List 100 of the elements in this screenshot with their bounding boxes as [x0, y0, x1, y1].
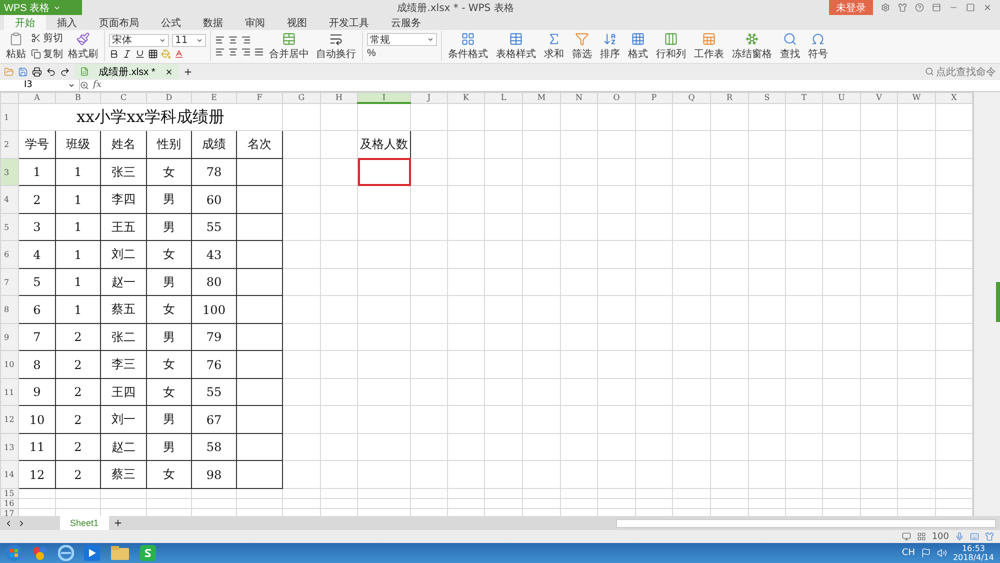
column-header[interactable]: E [192, 92, 236, 104]
search-icon[interactable] [783, 32, 797, 46]
font-select[interactable]: 宋体 [109, 34, 169, 47]
ribbon-command-button[interactable]: 格式 [626, 32, 650, 61]
column-header[interactable]: N [560, 92, 598, 104]
ribbon-command-button[interactable]: 行和列 [654, 32, 688, 61]
row-header[interactable]: 5 [0, 213, 18, 241]
ribbon-command-button[interactable]: 工作表 [692, 32, 726, 61]
zoom-icon[interactable] [80, 80, 89, 90]
column-header[interactable]: G [282, 92, 320, 104]
close-icon[interactable] [164, 68, 173, 76]
row-header[interactable]: 12 [0, 406, 18, 434]
column-header[interactable]: S [748, 92, 786, 104]
omega-icon[interactable] [811, 32, 825, 46]
sheet-icon[interactable] [702, 32, 716, 46]
keyboard-icon[interactable] [970, 532, 979, 542]
printer-icon[interactable] [32, 66, 42, 77]
align-middle-icon[interactable] [228, 35, 238, 46]
normal-view-icon[interactable] [902, 532, 911, 542]
align-center-icon[interactable] [228, 47, 238, 58]
column-header[interactable]: U [822, 92, 860, 104]
ribbon-tab[interactable]: 公式 [150, 15, 192, 30]
cut-button[interactable]: 剪切 [31, 31, 63, 46]
row-header[interactable]: 6 [0, 240, 18, 268]
row-header[interactable]: 8 [0, 296, 18, 324]
zoom-level[interactable]: 100 [932, 532, 949, 542]
column-header[interactable]: L [484, 92, 522, 104]
column-header[interactable]: K [448, 92, 484, 104]
horizontal-scrollbar[interactable] [616, 518, 996, 528]
ribbon-tab[interactable]: 开发工具 [318, 15, 380, 30]
start-button[interactable] [6, 545, 22, 562]
ribbon-command-button[interactable]: 表格样式 [494, 32, 538, 61]
row-header[interactable]: 4 [0, 186, 18, 214]
justify-icon[interactable] [254, 47, 264, 58]
spreadsheet-app-icon[interactable] [140, 545, 156, 562]
column-header[interactable]: J [410, 92, 448, 104]
ribbon-tab[interactable]: 插入 [46, 15, 88, 30]
maximize-icon[interactable] [966, 3, 975, 12]
paste-button[interactable]: 粘贴 [4, 32, 28, 61]
sheet-tab[interactable]: Sheet1 [60, 516, 109, 530]
copy-button[interactable]: 复制 [31, 47, 63, 62]
wrap-text-button[interactable]: 自动换行 [314, 32, 358, 61]
percent-button[interactable]: % [367, 48, 376, 60]
row-header[interactable]: 10 [0, 350, 18, 378]
column-header[interactable]: M [522, 92, 560, 104]
ribbon-tab[interactable]: 视图 [276, 15, 318, 30]
folder-icon[interactable] [110, 545, 130, 562]
shirt-icon[interactable] [985, 532, 994, 542]
row-header[interactable]: 14 [0, 460, 18, 488]
ribbon-tab[interactable]: 云服务 [380, 15, 432, 30]
ribbon-tab[interactable]: 数据 [192, 15, 234, 30]
ribbon-tab[interactable]: 页面布局 [88, 15, 150, 30]
grid-icon[interactable] [631, 32, 645, 46]
column-header[interactable]: R [710, 92, 748, 104]
underline-icon[interactable] [135, 48, 145, 59]
bold-icon[interactable] [109, 48, 119, 59]
redo-icon[interactable] [60, 66, 70, 77]
clipboard-icon[interactable] [9, 32, 23, 46]
add-sheet-icon[interactable] [112, 518, 123, 528]
column-header[interactable]: X [936, 92, 972, 104]
scissors-icon[interactable] [31, 33, 41, 44]
app-launcher-icon[interactable] [32, 545, 48, 562]
sort-icon[interactable] [603, 32, 617, 46]
ribbon-command-button[interactable]: 查找 [778, 32, 802, 61]
columns-icon[interactable] [664, 32, 678, 46]
selected-cell[interactable] [358, 158, 410, 186]
table-icon[interactable] [509, 32, 523, 46]
next-sheet-icon[interactable] [17, 518, 26, 528]
column-header[interactable]: O [598, 92, 636, 104]
column-header[interactable]: C [100, 92, 146, 104]
align-left-icon[interactable] [215, 47, 225, 58]
microphone-icon[interactable] [955, 532, 964, 542]
clock[interactable]: 16:53 2018/4/14 [952, 544, 994, 562]
ribbon-tab[interactable]: 开始 [4, 15, 46, 30]
command-search-field[interactable]: 点此查找命令 [925, 64, 996, 79]
vertical-scrollbar[interactable] [973, 92, 1000, 516]
help-icon[interactable] [915, 3, 924, 12]
name-box[interactable]: I3 [0, 79, 80, 92]
close-icon[interactable] [983, 3, 992, 12]
row-header[interactable]: 2 [0, 130, 18, 158]
column-header[interactable]: H [320, 92, 358, 104]
align-right-icon[interactable] [241, 47, 251, 58]
column-header[interactable]: D [146, 92, 192, 104]
number-format-select[interactable]: 常规 [367, 33, 437, 46]
column-header[interactable]: V [860, 92, 898, 104]
flag-icon[interactable] [920, 548, 931, 558]
ribbon-command-button[interactable]: 排序 [598, 32, 622, 61]
function-label[interactable]: fx [93, 80, 102, 90]
fill-color-icon[interactable] [161, 48, 171, 59]
font-size-select[interactable]: 11 [172, 34, 206, 47]
input-language[interactable]: CH [902, 548, 915, 558]
document-tab[interactable]: 成绩册.xlsx * [74, 64, 179, 80]
player-icon[interactable] [84, 545, 100, 562]
sigma-icon[interactable] [547, 32, 561, 46]
row-header[interactable]: 11 [0, 378, 18, 406]
align-top-icon[interactable] [215, 35, 225, 46]
ribbon-tab[interactable]: 审阅 [234, 15, 276, 30]
merge-cells-icon[interactable] [282, 32, 296, 46]
browser-icon[interactable] [58, 545, 74, 562]
column-header[interactable]: B [56, 92, 100, 104]
